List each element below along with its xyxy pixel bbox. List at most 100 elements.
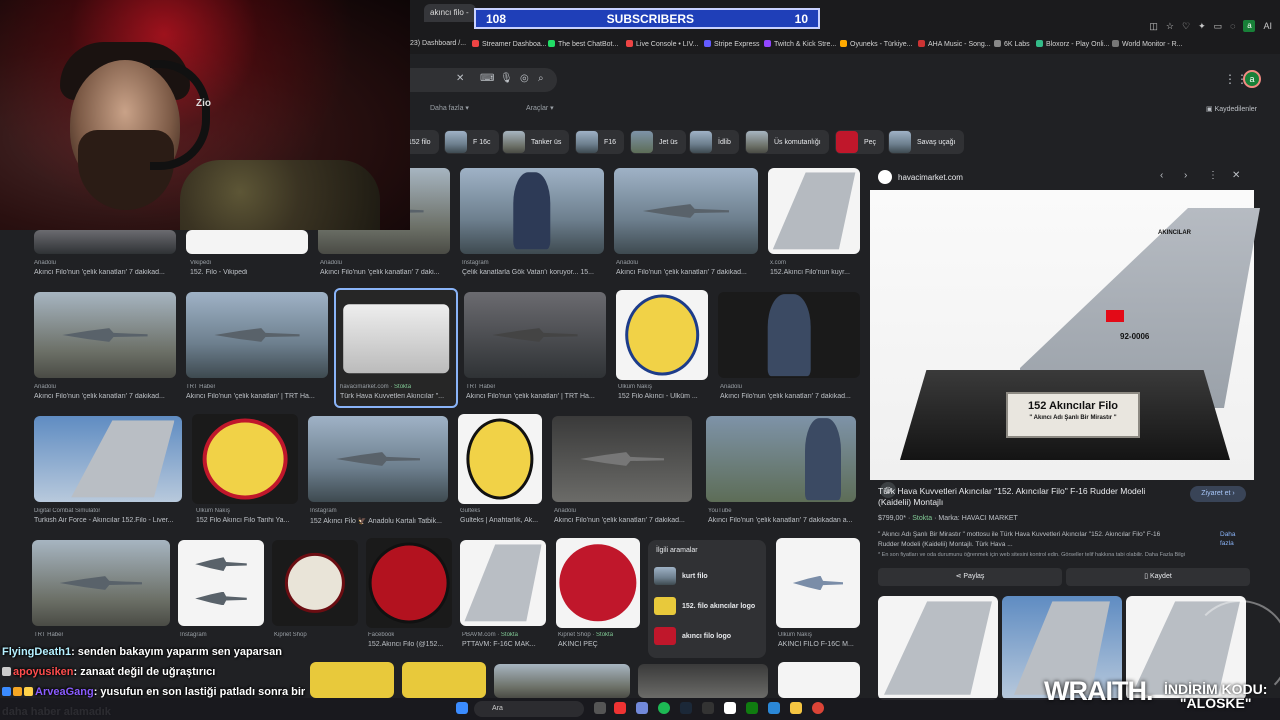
extension-icon[interactable]: ✦ xyxy=(1198,21,1206,32)
image-result[interactable] xyxy=(614,168,758,254)
image-result[interactable] xyxy=(402,662,486,698)
search-icon[interactable]: ⌕ xyxy=(538,73,544,84)
result-title[interactable]: Turkish Air Force - Akıncılar 152.Filo -… xyxy=(34,517,182,524)
bookmark-item[interactable]: Live Console • LIV... xyxy=(626,40,699,48)
bookmark-item[interactable]: 23) Dashboard /... xyxy=(410,40,466,47)
result-title[interactable]: Akıncı Filo'nun 'çelik kanatları' | TRT … xyxy=(466,393,608,400)
folder-icon[interactable] xyxy=(790,702,802,714)
chip-savas-ucagi[interactable]: Savaş uçağı xyxy=(888,130,964,154)
image-result[interactable] xyxy=(366,538,452,628)
image-result[interactable] xyxy=(32,540,170,626)
image-result[interactable] xyxy=(34,230,176,254)
image-result[interactable] xyxy=(272,540,358,626)
screenshot-icon[interactable]: ◫ xyxy=(1149,21,1158,32)
image-result[interactable] xyxy=(460,540,546,626)
sidepanel-icon[interactable]: ▭ xyxy=(1214,21,1223,32)
visit-button[interactable]: Ziyaret et › xyxy=(1190,486,1246,502)
bookmark-item[interactable]: AHA Music - Song... xyxy=(918,40,991,48)
image-result[interactable] xyxy=(638,664,768,698)
chip-pec[interactable]: Peç xyxy=(835,130,885,154)
result-title[interactable]: Akıncı Filo'nun 'çelik kanatları' 7 daki… xyxy=(34,269,176,276)
result-title[interactable]: 152.Akıncı Filo'nun kuyr... xyxy=(770,269,860,276)
browser-tab[interactable]: akıncı filo - xyxy=(424,4,476,22)
windows-start-icon[interactable] xyxy=(456,702,468,714)
save-button[interactable]: ▯ Kaydet xyxy=(1066,568,1250,586)
result-title[interactable]: Gulteks | Anahtarlık, Ak... xyxy=(460,517,544,524)
image-result[interactable] xyxy=(458,414,542,504)
microphone-icon[interactable]: 🎙 xyxy=(500,73,513,84)
result-title[interactable]: Akıncı Filo'nun 'çelik kanatları' 7 daki… xyxy=(720,393,860,400)
related-item[interactable]: akıncı filo logo xyxy=(654,626,764,646)
clear-icon[interactable]: ✕ xyxy=(456,73,464,84)
tools-filter[interactable]: Araçlar ▾ xyxy=(526,104,554,112)
related-item[interactable]: kurt filo xyxy=(654,566,764,586)
image-result[interactable] xyxy=(768,168,860,254)
chat-icon[interactable]: ◌ xyxy=(1230,21,1235,31)
previous-icon[interactable]: ‹ xyxy=(1160,170,1163,181)
ai-label[interactable]: AI xyxy=(1263,21,1272,31)
image-result[interactable] xyxy=(706,416,856,502)
result-title[interactable]: Çelik kanatlarla Gök Vatan'ı koruyor... … xyxy=(462,269,606,276)
result-title[interactable]: AKINCI PEÇ xyxy=(558,641,642,648)
more-options-icon[interactable]: ⋮ xyxy=(1208,170,1218,181)
keyboard-icon[interactable]: ⌨ xyxy=(480,73,494,84)
edge-icon[interactable] xyxy=(768,702,780,714)
image-result[interactable] xyxy=(616,290,708,380)
related-item[interactable]: 152. filo akıncılar logo xyxy=(654,596,764,616)
image-result[interactable] xyxy=(494,664,630,698)
spotify-icon[interactable] xyxy=(658,702,670,714)
image-result[interactable] xyxy=(460,168,604,254)
more-filter[interactable]: Daha fazla ▾ xyxy=(430,104,469,112)
bookmark-item[interactable]: Streamer Dashboa... xyxy=(472,40,547,48)
share-button[interactable]: ⋖ Paylaş xyxy=(878,568,1062,586)
result-title[interactable]: Akıncı Filo'nun 'çelik kanatları' 7 daki… xyxy=(554,517,694,524)
image-result[interactable] xyxy=(34,416,182,502)
chip-jet-us[interactable]: Jet üs xyxy=(630,130,686,154)
bookmark-item[interactable]: World Monitor - R... xyxy=(1112,40,1183,48)
steam-icon[interactable] xyxy=(680,702,692,714)
task-view-icon[interactable] xyxy=(594,702,606,714)
result-title[interactable]: Akıncı Filo'nun 'çelik kanatları' | TRT … xyxy=(186,393,328,400)
chip-f16[interactable]: F16 xyxy=(575,130,625,154)
heart-icon[interactable]: ♡ xyxy=(1182,21,1190,32)
image-result[interactable] xyxy=(464,292,606,378)
similar-image[interactable] xyxy=(878,596,998,700)
image-result[interactable] xyxy=(34,292,176,378)
chip-f16c[interactable]: F 16c xyxy=(444,130,499,154)
bookmark-item[interactable]: 6K Labs xyxy=(994,40,1030,48)
taskbar-search[interactable]: Ara xyxy=(474,701,584,717)
result-title[interactable]: 152 Filo Akıncı Filo Tarihi Ya... xyxy=(196,517,300,524)
bookmark-item[interactable]: Bloxorz - Play Onli... xyxy=(1036,40,1109,48)
app-icon[interactable] xyxy=(614,702,626,714)
chrome-icon[interactable] xyxy=(812,702,824,714)
image-result[interactable] xyxy=(776,538,860,628)
image-result[interactable] xyxy=(556,538,640,628)
result-title[interactable]: 152 Akıncı Filo 🦅 Anadolu Kartalı Tatbik… xyxy=(310,517,450,525)
epic-icon[interactable] xyxy=(702,702,714,714)
result-title[interactable]: Türk Hava Kuvvetleri Akıncılar "... xyxy=(340,393,454,400)
bookmark-item[interactable]: Oyuneks - Türkiye... xyxy=(840,40,913,48)
image-result[interactable] xyxy=(192,414,298,504)
bookmark-star-icon[interactable]: ☆ xyxy=(1166,21,1174,32)
profile-avatar[interactable]: a xyxy=(1243,20,1256,32)
google-account-avatar[interactable]: a xyxy=(1243,70,1261,88)
bookmark-item[interactable]: Stripe Express xyxy=(704,40,760,48)
image-result[interactable] xyxy=(178,540,264,626)
bookmark-item[interactable]: Twitch & Kick Stre... xyxy=(764,40,836,48)
preview-image[interactable]: AKINCILAR 92-0006 152 Akıncılar Filo " A… xyxy=(870,190,1260,498)
more-link[interactable]: Daha fazla xyxy=(1220,530,1244,548)
image-result[interactable] xyxy=(778,662,860,698)
image-result[interactable] xyxy=(186,292,328,378)
close-icon[interactable]: ✕ xyxy=(1232,170,1240,181)
xbox-icon[interactable] xyxy=(746,702,758,714)
preview-title[interactable]: Türk Hava Kuvvetleri Akıncılar "152. Akı… xyxy=(878,486,1178,508)
result-title[interactable]: Akıncı Filo'nun 'çelik kanatları' 7 daki… xyxy=(708,517,858,524)
image-result-selected[interactable] xyxy=(334,288,458,408)
bookmark-item[interactable]: The best ChatBot... xyxy=(548,40,618,48)
image-result[interactable] xyxy=(186,230,308,254)
result-title[interactable]: Akıncı Filo'nun 'çelik kanatları' 7 daki… xyxy=(320,269,452,276)
result-title[interactable]: Akıncı Filo'nun 'çelik kanatları' 7 daki… xyxy=(34,393,176,400)
image-result[interactable] xyxy=(552,416,692,502)
result-title[interactable]: 152 Filo Akıncı - Ülküm ... xyxy=(618,393,710,400)
saved-link[interactable]: ▣ Kaydedilenler xyxy=(1206,105,1257,113)
